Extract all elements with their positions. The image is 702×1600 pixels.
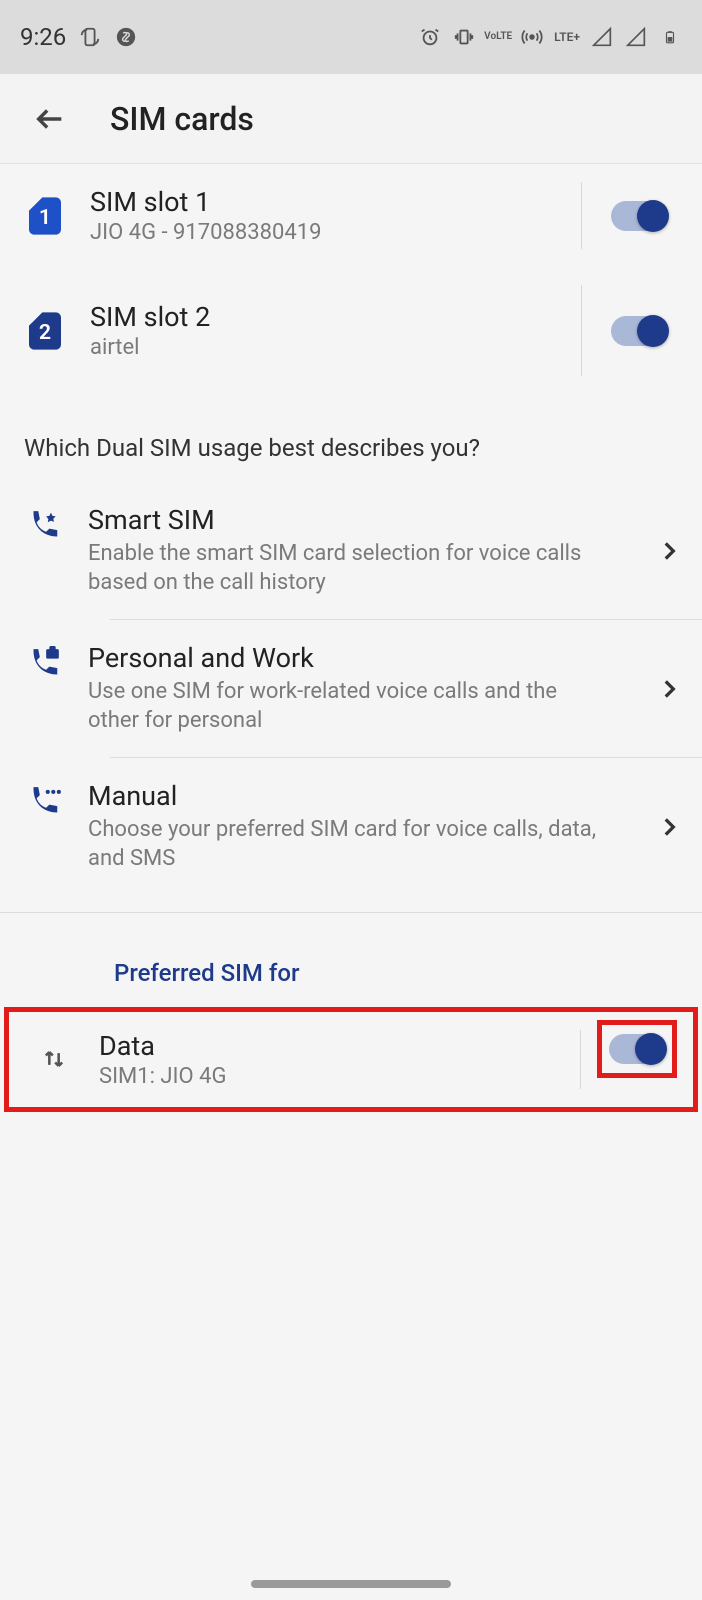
usage-smart-sub: Enable the smart SIM card selection for … [88, 540, 612, 597]
phone-briefcase-icon [24, 646, 66, 688]
divider [580, 1030, 581, 1089]
usage-smart-sim[interactable]: Smart SIM Enable the smart SIM card sele… [0, 482, 702, 619]
back-button[interactable] [30, 99, 70, 139]
usage-manual[interactable]: Manual Choose your preferred SIM card fo… [0, 758, 702, 895]
usage-manual-title: Manual [88, 780, 612, 812]
lte-label: LTE+ [554, 25, 580, 49]
battery-icon [658, 25, 682, 49]
usage-pw-sub: Use one SIM for work-related voice calls… [88, 678, 612, 735]
sim-1-toggle[interactable] [611, 201, 667, 231]
usage-pw-title: Personal and Work [88, 642, 612, 674]
svg-text:1: 1 [39, 205, 51, 230]
sim-slot-2-row[interactable]: 2 SIM slot 2 airtel [0, 267, 702, 394]
app-bar: SIM cards [0, 74, 702, 164]
preferred-sim-header: Preferred SIM for [0, 913, 702, 1007]
page-title: SIM cards [110, 100, 254, 138]
phone-star-icon [24, 508, 66, 550]
highlight-box: Data SIM1: JIO 4G [4, 1007, 698, 1112]
chevron-right-icon [654, 676, 684, 702]
sim-1-subtitle: JIO 4G - 917088380419 [90, 220, 566, 245]
divider [581, 285, 582, 376]
data-toggle[interactable] [609, 1034, 665, 1064]
vibrate-icon [452, 25, 476, 49]
divider [581, 182, 582, 249]
phone-dots-icon [24, 784, 66, 826]
status-bar: 9:26 VoLTE LTE+ [0, 0, 702, 74]
dual-sim-question: Which Dual SIM usage best describes you? [0, 394, 702, 482]
data-arrows-icon [37, 1042, 71, 1076]
status-right: VoLTE LTE+ [418, 25, 682, 49]
usage-manual-sub: Choose your preferred SIM card for voice… [88, 816, 612, 873]
status-time: 9:26 [20, 23, 66, 51]
usage-smart-title: Smart SIM [88, 504, 612, 536]
sim-1-title: SIM slot 1 [90, 186, 566, 218]
chevron-right-icon [654, 538, 684, 564]
signal-1-icon [590, 25, 614, 49]
sim-2-subtitle: airtel [90, 335, 566, 360]
chevron-right-icon [654, 814, 684, 840]
sim-1-icon: 1 [28, 197, 62, 235]
sim-slot-1-row[interactable]: 1 SIM slot 1 JIO 4G - 917088380419 [0, 164, 702, 267]
volte-icon: VoLTE [486, 25, 510, 49]
hotspot-icon [520, 25, 544, 49]
shazam-icon [114, 25, 138, 49]
nav-handle[interactable] [251, 1580, 451, 1588]
signal-2-icon [624, 25, 648, 49]
highlight-toggle-box [597, 1020, 677, 1078]
status-left: 9:26 [20, 23, 138, 51]
svg-text:2: 2 [39, 320, 51, 345]
data-row[interactable]: Data SIM1: JIO 4G [9, 1012, 693, 1107]
alarm-icon [418, 25, 442, 49]
usage-personal-work[interactable]: Personal and Work Use one SIM for work-r… [0, 620, 702, 757]
sim-2-toggle[interactable] [611, 316, 667, 346]
sim-2-title: SIM slot 2 [90, 301, 566, 333]
sim-2-icon: 2 [28, 312, 62, 350]
screen-rotate-icon [78, 25, 102, 49]
